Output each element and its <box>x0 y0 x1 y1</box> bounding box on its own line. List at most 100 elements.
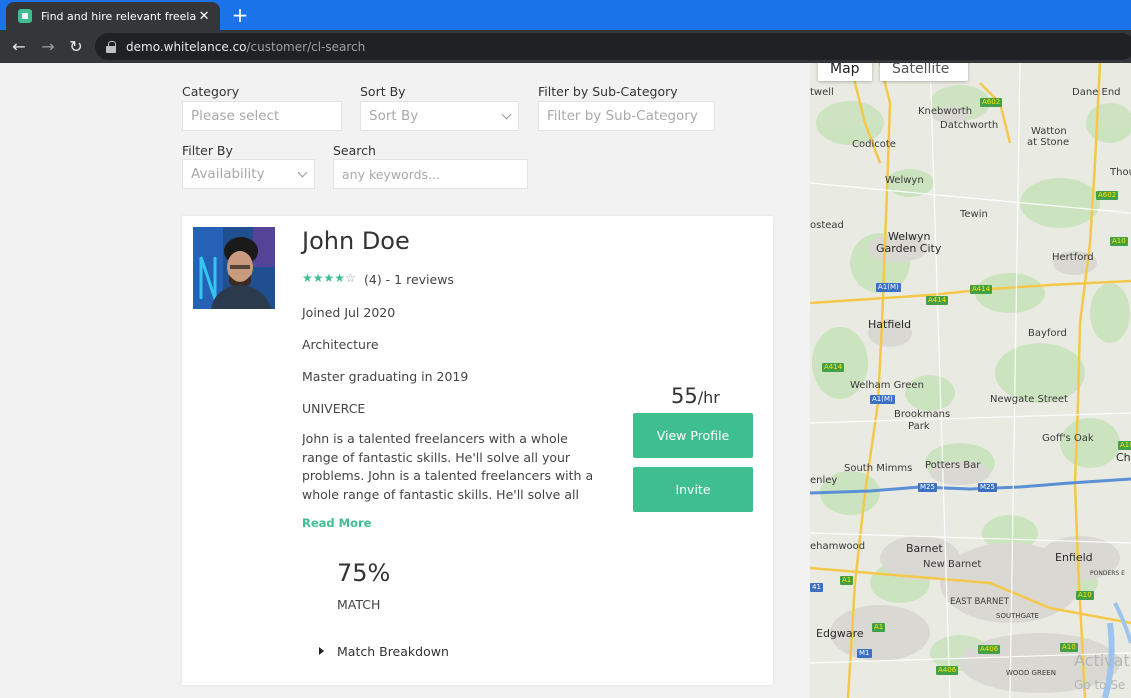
lock-icon[interactable] <box>106 40 116 53</box>
avatar[interactable] <box>193 227 275 309</box>
match-label: MATCH <box>337 597 381 612</box>
map-place-label: Ch <box>1116 451 1131 464</box>
map-place-label: Knebworth <box>918 106 973 117</box>
filter-by-label: Filter By <box>182 143 233 158</box>
rating-text: (4) - 1 reviews <box>364 272 454 287</box>
road-shield: A406 <box>978 645 1001 654</box>
map-place-label: Barnet <box>906 542 943 555</box>
map-place-label: Welwyn <box>888 230 931 243</box>
url-text: demo.whitelance.co/customer/cl-search <box>126 40 365 54</box>
site-favicon-icon <box>18 9 32 23</box>
map[interactable]: Map Satellite twell Knebworth Datchworth… <box>810 63 1131 698</box>
star-empty-icon: ☆ <box>345 271 356 285</box>
road-shield: A414 <box>970 285 993 294</box>
map-place-label: ostead <box>810 220 844 231</box>
road-shield: 41 <box>810 583 823 592</box>
map-place-label: South Mimms <box>844 463 913 474</box>
map-place-label: Park <box>908 421 930 432</box>
read-more-link[interactable]: Read More <box>302 516 371 530</box>
map-place-label: SOUTHGATE <box>996 612 1039 620</box>
search-input[interactable]: any keywords... <box>333 159 528 189</box>
joined-date: Joined Jul 2020 <box>302 305 396 320</box>
url-host: demo.whitelance.co <box>126 39 247 54</box>
map-place-label: Edgware <box>816 627 864 640</box>
url-path: /customer/cl-search <box>246 39 366 54</box>
satellite-view-button[interactable]: Satellite <box>880 63 968 81</box>
map-place-label: Codicote <box>852 139 896 150</box>
reload-icon[interactable]: ↻ <box>66 37 86 57</box>
forward-icon[interactable]: → <box>38 37 58 57</box>
road-shield: M25 <box>978 483 997 492</box>
bio: John is a talented freelancers with a wh… <box>302 431 594 502</box>
new-tab-button[interactable]: + <box>230 4 250 26</box>
road-shield: A1 <box>840 576 854 585</box>
map-place-label: Welham Green <box>850 380 924 391</box>
tab-title: Find and hire relevant freelancers <box>41 9 197 23</box>
map-place-label: Hatfield <box>868 318 912 331</box>
map-view-button[interactable]: Map <box>818 63 872 81</box>
filter-by-select[interactable]: Availability <box>182 159 315 189</box>
road-shield: M25 <box>918 483 937 492</box>
caret-right-icon[interactable] <box>319 647 324 655</box>
browser-toolbar: ← → ↻ demo.whitelance.co/customer/cl-sea… <box>0 30 1131 63</box>
sort-by-label: Sort By <box>360 84 406 99</box>
education: Master graduating in 2019 <box>302 369 469 384</box>
map-place-label: Thou <box>1110 167 1131 178</box>
chevron-down-icon <box>297 167 308 178</box>
road-shield: A406 <box>936 666 959 675</box>
map-place-label: EAST BARNET <box>950 597 1009 607</box>
road-shield: A414 <box>926 296 949 305</box>
filter-by-value: Availability <box>191 166 265 182</box>
road-shield: A10 <box>1076 591 1094 600</box>
match-percent: 75% <box>337 559 391 587</box>
map-place-label: Bayford <box>1028 328 1067 339</box>
map-place-label: Welwyn <box>885 175 924 186</box>
map-place-label: Potters Bar <box>925 460 981 471</box>
invite-button[interactable]: Invite <box>633 467 753 512</box>
road-shield: A10 <box>1110 237 1128 246</box>
rate-unit: /hr <box>697 388 720 407</box>
map-place-label: Enfield <box>1055 551 1093 564</box>
close-tab-icon[interactable]: ✕ <box>196 9 212 24</box>
road-shield: A1 <box>872 623 886 632</box>
sub-category-label: Filter by Sub-Category <box>538 84 678 99</box>
sort-by-select[interactable]: Sort By <box>360 101 519 131</box>
view-profile-button[interactable]: View Profile <box>633 413 753 458</box>
browser-tab[interactable]: Find and hire relevant freelancers ✕ <box>6 2 220 30</box>
road-shield: M1 <box>857 649 872 658</box>
map-place-label: New Barnet <box>923 559 982 570</box>
category-label: Category <box>182 84 240 99</box>
road-shield: A602 <box>1096 191 1119 200</box>
sort-by-value: Sort By <box>369 108 419 124</box>
freelancer-name: John Doe <box>302 227 410 255</box>
map-place-label: Newgate Street <box>990 394 1068 405</box>
map-place-label: enley <box>810 475 838 486</box>
star-filled-icon: ★ <box>302 271 313 285</box>
road-shield: A1(M) <box>870 395 895 404</box>
field-of-work: Architecture <box>302 337 379 352</box>
map-place-label: Tewin <box>960 209 988 220</box>
road-shield: A414 <box>822 363 845 372</box>
star-filled-icon: ★ <box>312 271 324 285</box>
map-place-label: Datchworth <box>940 120 999 131</box>
browser-tab-bar: Find and hire relevant freelancers ✕ + <box>0 0 1131 30</box>
map-place-label: Garden City <box>876 242 942 255</box>
rate-value: 55 <box>671 384 698 408</box>
map-place-label: Brookmans <box>894 409 951 420</box>
map-place-label: Goff's Oak <box>1042 433 1094 444</box>
chevron-down-icon <box>501 109 512 120</box>
road-shield: A1(M) <box>876 283 901 292</box>
address-bar[interactable]: demo.whitelance.co/customer/cl-search <box>95 33 1131 60</box>
category-select[interactable]: Please select <box>182 101 342 131</box>
map-place-label: ehamwood <box>810 541 866 552</box>
search-label: Search <box>333 143 376 158</box>
hourly-rate: 55/hr <box>671 384 720 408</box>
sub-category-input[interactable]: Filter by Sub-Category <box>538 101 715 131</box>
back-icon[interactable]: ← <box>9 37 29 57</box>
road-shield: A602 <box>980 98 1003 107</box>
star-filled-icon: ★ <box>323 271 335 285</box>
map-place-label: Hertford <box>1052 252 1094 263</box>
map-place-label: PONDERS E <box>1090 570 1125 577</box>
activation-watermark-sub: Go to Se <box>1074 678 1126 692</box>
match-breakdown-toggle[interactable]: Match Breakdown <box>337 644 449 659</box>
